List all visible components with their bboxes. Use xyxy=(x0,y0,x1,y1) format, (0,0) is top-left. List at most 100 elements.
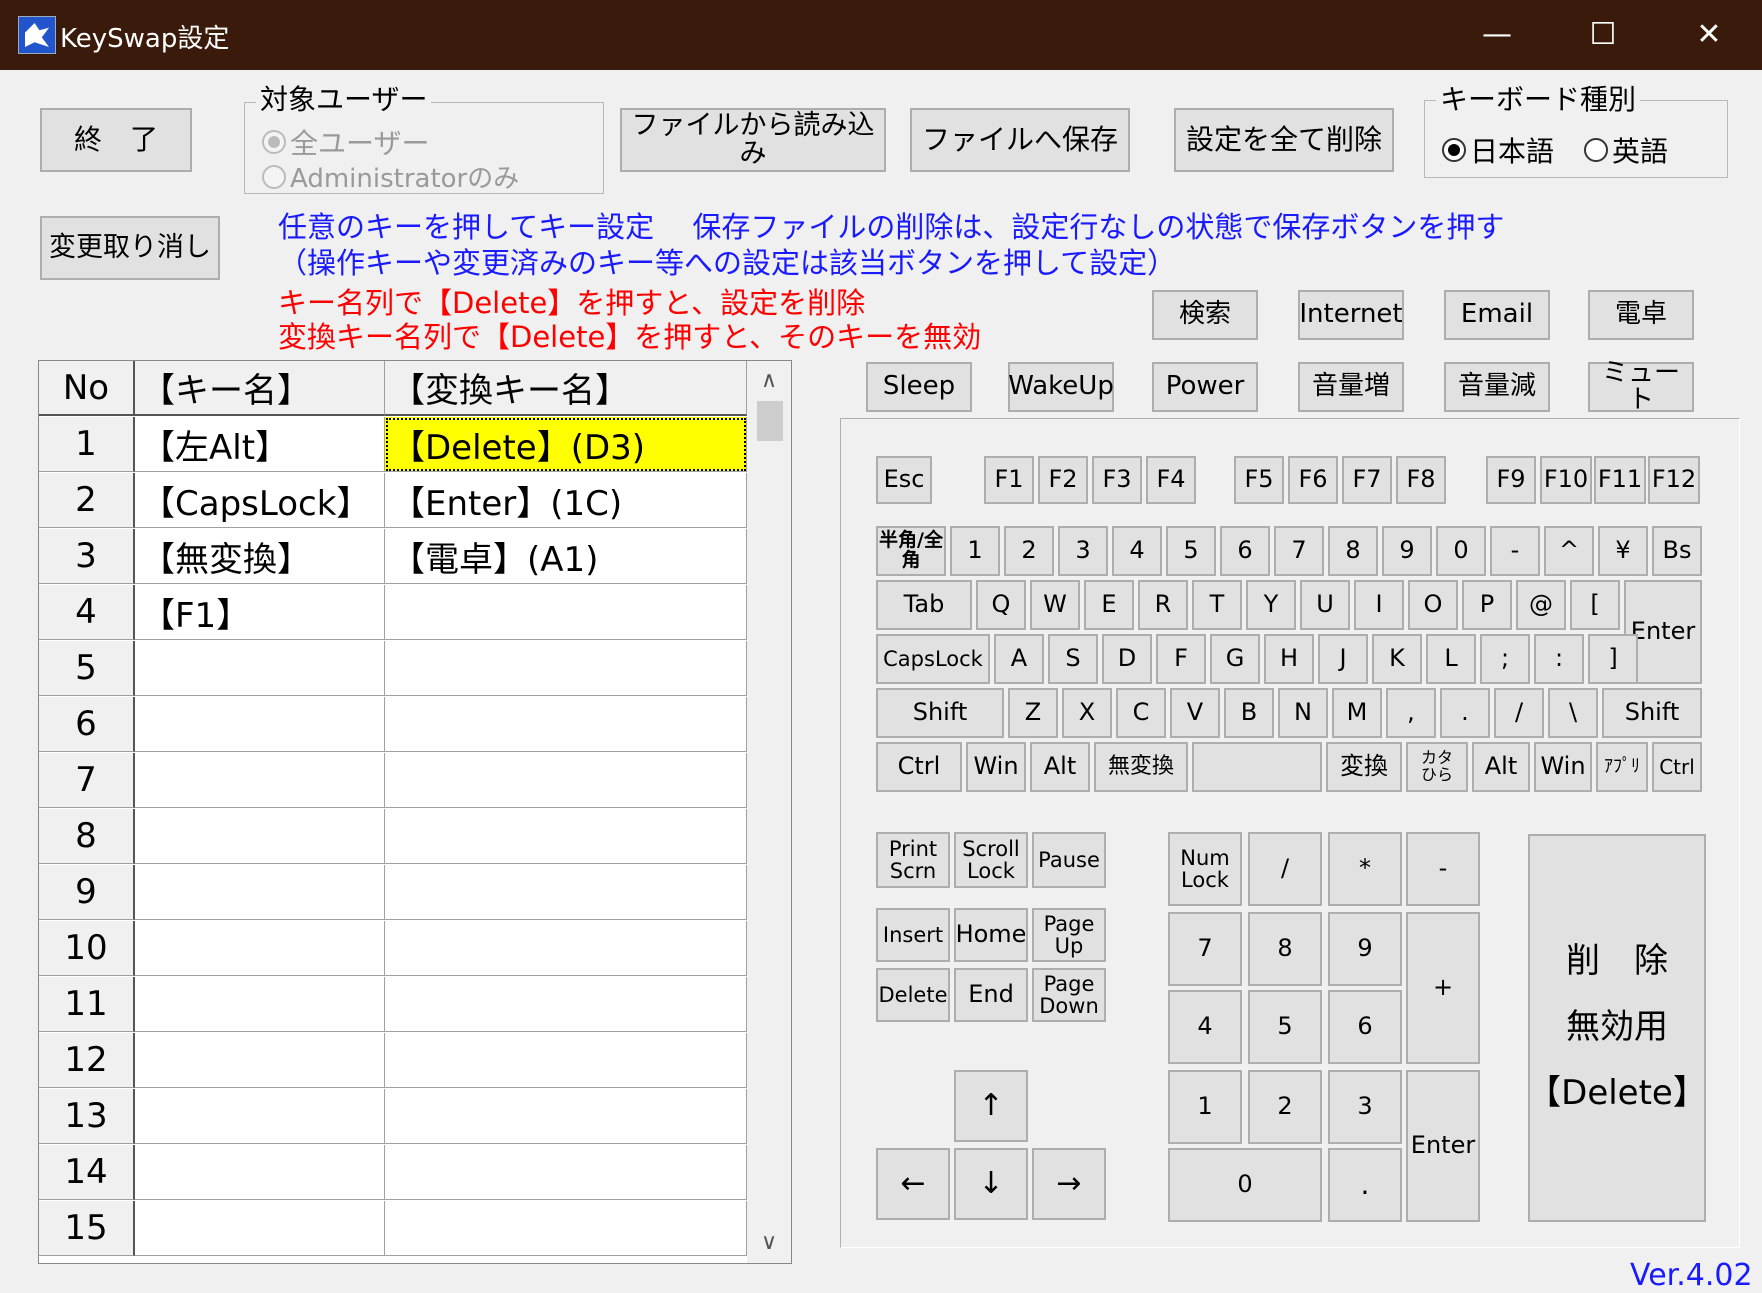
arrow-right-icon[interactable]: → xyxy=(1032,1148,1106,1220)
key-num-4[interactable]: 4 xyxy=(1168,990,1242,1064)
key-volume-down-button[interactable]: 音量減 xyxy=(1444,362,1550,412)
key-left-shift[interactable]: Shift xyxy=(876,688,1004,738)
key-slash[interactable]: / xyxy=(1494,688,1544,738)
key-name-cell[interactable] xyxy=(135,753,385,808)
scroll-up-arrow-icon[interactable]: ∧ xyxy=(747,361,791,401)
conv-key-name-cell[interactable] xyxy=(385,865,747,920)
key-name-cell[interactable]: 【CapsLock】 xyxy=(135,473,385,528)
key-y[interactable]: Y xyxy=(1246,580,1296,630)
key-d[interactable]: D xyxy=(1102,634,1152,684)
key-c[interactable]: C xyxy=(1116,688,1166,738)
key-h[interactable]: H xyxy=(1264,634,1314,684)
radio-japanese[interactable]: 日本語 xyxy=(1442,130,1554,170)
key-num-0[interactable]: 0 xyxy=(1168,1148,1322,1222)
radio-all-users[interactable]: 全ユーザー xyxy=(262,122,429,162)
scroll-down-arrow-icon[interactable]: ∨ xyxy=(747,1223,791,1263)
key-r[interactable]: R xyxy=(1138,580,1188,630)
key-f8[interactable]: F8 xyxy=(1396,456,1446,504)
key-hankaku-zenkaku[interactable]: 半角/全角 xyxy=(876,526,946,576)
key-page-up[interactable]: Page Up xyxy=(1032,908,1106,962)
conv-key-name-cell[interactable] xyxy=(385,921,747,976)
key-f6[interactable]: F6 xyxy=(1288,456,1338,504)
key-2[interactable]: 2 xyxy=(1004,526,1054,576)
key-p[interactable]: P xyxy=(1462,580,1512,630)
key-right-alt[interactable]: Alt xyxy=(1472,742,1530,792)
key-f3[interactable]: F3 xyxy=(1092,456,1142,504)
key-s[interactable]: S xyxy=(1048,634,1098,684)
key-app[interactable]: ｱﾌﾟﾘ xyxy=(1596,742,1648,792)
save-to-file-button[interactable]: ファイルへ保存 xyxy=(910,108,1130,172)
key-6[interactable]: 6 xyxy=(1220,526,1270,576)
key-7[interactable]: 7 xyxy=(1274,526,1324,576)
key-i[interactable]: I xyxy=(1354,580,1404,630)
key-semicolon[interactable]: ; xyxy=(1480,634,1530,684)
key-f10[interactable]: F10 xyxy=(1540,456,1592,504)
key-f11[interactable]: F11 xyxy=(1594,456,1646,504)
key-num-9[interactable]: 9 xyxy=(1328,912,1402,986)
key-f9[interactable]: F9 xyxy=(1486,456,1536,504)
key-backspace[interactable]: Bs xyxy=(1652,526,1702,576)
key-name-cell[interactable]: 【F1】 xyxy=(135,585,385,640)
key-num-multiply[interactable]: * xyxy=(1328,832,1402,906)
key-0[interactable]: 0 xyxy=(1436,526,1486,576)
key-z[interactable]: Z xyxy=(1008,688,1058,738)
key-right-win[interactable]: Win xyxy=(1534,742,1592,792)
conv-key-name-cell[interactable] xyxy=(385,1089,747,1144)
key-power-button[interactable]: Power xyxy=(1152,362,1258,412)
key-backslash[interactable]: \ xyxy=(1548,688,1598,738)
key-name-cell[interactable] xyxy=(135,1089,385,1144)
scroll-thumb[interactable] xyxy=(757,401,783,441)
key-tab[interactable]: Tab xyxy=(876,580,972,630)
key-name-cell[interactable] xyxy=(135,921,385,976)
radio-english[interactable]: 英語 xyxy=(1584,130,1668,170)
key-internet-button[interactable]: Internet xyxy=(1298,290,1404,340)
key-search-button[interactable]: 検索 xyxy=(1152,290,1258,340)
key-name-cell[interactable] xyxy=(135,977,385,1032)
key-capslock[interactable]: CapsLock xyxy=(876,634,990,684)
key-4[interactable]: 4 xyxy=(1112,526,1162,576)
key-v[interactable]: V xyxy=(1170,688,1220,738)
key-pause[interactable]: Pause xyxy=(1032,832,1106,888)
key-x[interactable]: X xyxy=(1062,688,1112,738)
key-1[interactable]: 1 xyxy=(950,526,1000,576)
conv-key-name-cell[interactable] xyxy=(385,753,747,808)
key-num-divide[interactable]: / xyxy=(1248,832,1322,906)
key-kana[interactable]: カタひら xyxy=(1406,742,1468,792)
key-f2[interactable]: F2 xyxy=(1038,456,1088,504)
key-name-cell[interactable] xyxy=(135,1033,385,1088)
undo-changes-button[interactable]: 変更取り消し xyxy=(40,216,220,280)
delete-all-settings-button[interactable]: 設定を全て削除 xyxy=(1174,108,1394,172)
key-u[interactable]: U xyxy=(1300,580,1350,630)
load-from-file-button[interactable]: ファイルから読み込み xyxy=(620,108,886,172)
key-caret[interactable]: ^ xyxy=(1544,526,1594,576)
conv-key-name-cell[interactable]: 【Enter】(1C) xyxy=(385,473,747,528)
key-f1[interactable]: F1 xyxy=(984,456,1034,504)
key-b[interactable]: B xyxy=(1224,688,1274,738)
conv-key-name-cell[interactable]: 【Delete】(D3) xyxy=(385,417,747,472)
conv-key-name-cell[interactable] xyxy=(385,1033,747,1088)
key-esc[interactable]: Esc xyxy=(876,456,932,504)
conv-key-name-cell[interactable] xyxy=(385,809,747,864)
key-n[interactable]: N xyxy=(1278,688,1328,738)
conv-key-name-cell[interactable] xyxy=(385,1145,747,1200)
key-m[interactable]: M xyxy=(1332,688,1382,738)
conv-key-name-cell[interactable] xyxy=(385,641,747,696)
key-muhenkan[interactable]: 無変換 xyxy=(1094,742,1188,792)
key-calculator-button[interactable]: 電卓 xyxy=(1588,290,1694,340)
key-left-alt[interactable]: Alt xyxy=(1030,742,1090,792)
key-delete[interactable]: Delete xyxy=(876,968,950,1022)
key-f7[interactable]: F7 xyxy=(1342,456,1392,504)
radio-admin-only[interactable]: Administratorのみ xyxy=(262,158,519,195)
key-f[interactable]: F xyxy=(1156,634,1206,684)
key-left-ctrl[interactable]: Ctrl xyxy=(876,742,962,792)
key-j[interactable]: J xyxy=(1318,634,1368,684)
key-henkan[interactable]: 変換 xyxy=(1326,742,1402,792)
key-open-bracket[interactable]: [ xyxy=(1570,580,1620,630)
key-minus[interactable]: - xyxy=(1490,526,1540,576)
key-name-cell[interactable] xyxy=(135,809,385,864)
key-end[interactable]: End xyxy=(954,968,1028,1022)
key-at[interactable]: @ xyxy=(1516,580,1566,630)
key-num-1[interactable]: 1 xyxy=(1168,1070,1242,1144)
key-9[interactable]: 9 xyxy=(1382,526,1432,576)
arrow-up-icon[interactable]: ↑ xyxy=(954,1070,1028,1142)
